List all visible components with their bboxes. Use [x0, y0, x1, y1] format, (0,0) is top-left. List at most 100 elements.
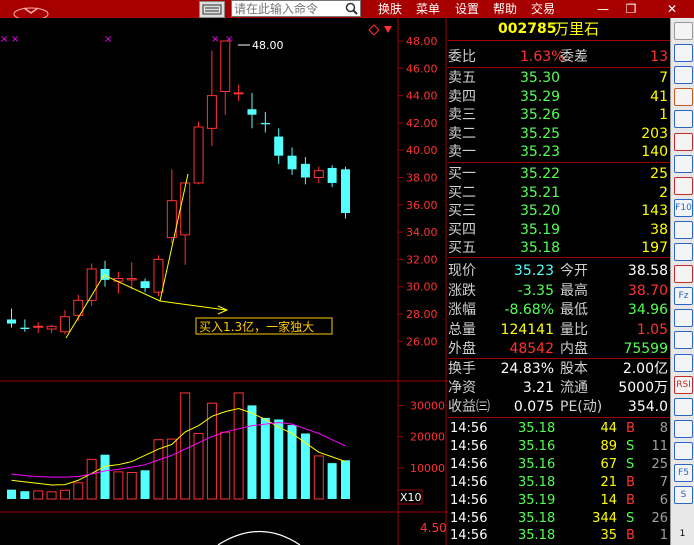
move-icon[interactable]: [674, 419, 693, 438]
stat-label: 最高: [560, 282, 588, 299]
f2-icon[interactable]: Fz: [674, 287, 693, 306]
trade-row: 14:56 35.16 67 S 25: [448, 456, 670, 474]
trade-price: 35.18: [518, 421, 556, 436]
ask-row: 卖一 35.23 140: [448, 143, 670, 161]
candle: [327, 165, 337, 188]
trade-row: 14:56 35.18 44 B 8: [448, 420, 670, 438]
card-icon[interactable]: [674, 397, 693, 416]
weicha-value: 13: [650, 49, 668, 65]
trade-volume: 21: [600, 474, 617, 490]
stock-header[interactable]: 002785 万里石: [448, 20, 670, 38]
ask-row: 卖五 35.30 7: [448, 69, 670, 87]
stat-row: 涨幅 -8.68% 最低 34.96: [448, 301, 670, 319]
bar-chart-icon[interactable]: [674, 110, 693, 129]
stat-row: 外盘 48542 内盘 75599: [448, 340, 670, 358]
volume-bar: [7, 489, 16, 499]
info-label: PE(动): [560, 399, 603, 415]
command-input[interactable]: [231, 0, 361, 17]
list-icon[interactable]: [674, 220, 693, 239]
candle: [260, 111, 270, 133]
f5-icon[interactable]: F5: [674, 464, 693, 482]
candle-icon[interactable]: [674, 154, 693, 173]
bars-icon[interactable]: [674, 176, 693, 195]
app-logo-icon[interactable]: [12, 0, 50, 18]
candle: [193, 121, 204, 185]
stat-label: 内盘: [560, 341, 588, 357]
box-icon[interactable]: [674, 309, 693, 328]
keyboard-icon[interactable]: [199, 1, 225, 18]
volume-tick-label: 10000: [410, 462, 445, 475]
trade-count: 26: [651, 510, 668, 526]
menu-trade[interactable]: 交易: [531, 0, 555, 18]
volume-bar: [126, 471, 137, 500]
chart-icon[interactable]: [674, 265, 693, 284]
up-arrow-icon[interactable]: [674, 22, 693, 40]
menu-help[interactable]: 帮助: [493, 0, 517, 18]
info-row: 净资 3.21 流通 5000万: [448, 379, 670, 397]
menu-main[interactable]: 菜单: [416, 0, 440, 18]
stat-label: 现价: [448, 263, 476, 279]
menu-settings[interactable]: 设置: [455, 0, 479, 18]
page-number: 1: [679, 529, 686, 539]
trade-count: 25: [651, 456, 668, 472]
minimize-button[interactable]: —: [589, 0, 617, 18]
info-value: 3.21: [522, 380, 554, 396]
mail-icon[interactable]: [674, 353, 693, 372]
price-tick-label: 28.00: [406, 308, 438, 321]
stock-name: 万里石: [554, 20, 600, 38]
bid-row: 买二 35.21 2: [448, 184, 670, 202]
text-icon[interactable]: [674, 441, 693, 460]
stat-label: 涨幅: [448, 302, 476, 318]
rsi-icon[interactable]: RSI: [674, 375, 693, 394]
stat-value: 124141: [500, 321, 554, 338]
bid-volume: 143: [641, 203, 668, 220]
trade-side: S: [626, 510, 635, 526]
stat-row: 现价 35.23 今开 38.58: [448, 262, 670, 280]
k-line-icon[interactable]: [674, 66, 693, 85]
trade-time: 14:56: [450, 528, 488, 544]
grid-icon[interactable]: [674, 44, 693, 63]
volume-bar: [247, 405, 257, 499]
info-label: 净资: [448, 380, 476, 396]
indicator-value: 4.50: [420, 521, 447, 535]
stat-label: 最低: [560, 302, 588, 318]
candle: [300, 157, 310, 185]
s-icon[interactable]: S: [674, 486, 693, 505]
stat-value: -8.68%: [504, 302, 554, 318]
volume-bar: [113, 471, 124, 500]
candlestick-chart[interactable]: × × × × × 48.00 46.00 44.00 42.00 40.00 38.00…: [0, 18, 448, 545]
volume-axis: 30000 20000 10000: [398, 399, 445, 475]
trade-time: 14:56: [450, 421, 488, 436]
trade-time: 14:56: [450, 438, 488, 454]
bid-row: 买五 35.18 197: [448, 239, 670, 257]
ring-icon[interactable]: [674, 331, 693, 350]
bid-row: 买三 35.20 143: [448, 202, 670, 220]
search-icon[interactable]: [344, 1, 360, 16]
volume-bar: [46, 491, 57, 500]
info-value: 2.00亿: [622, 361, 668, 377]
bid-volume: 25: [650, 166, 668, 182]
close-button[interactable]: ✕: [652, 0, 692, 18]
stat-value: -3.35: [517, 282, 554, 299]
stat-value: 34.96: [627, 302, 668, 318]
doc-icon[interactable]: [674, 243, 693, 261]
maximize-button[interactable]: ❐: [617, 0, 645, 18]
trade-time: 14:56: [450, 492, 488, 508]
candle: [274, 128, 284, 164]
trade-side: S: [626, 456, 635, 472]
f10-icon[interactable]: F10: [674, 198, 693, 217]
info-label: 流通: [560, 380, 588, 396]
table-icon[interactable]: [674, 88, 693, 107]
stat-label: 外盘: [448, 341, 476, 357]
volume-bar: [166, 438, 177, 500]
bid-label: 买二: [448, 184, 476, 201]
arrow-line-up: [159, 173, 189, 302]
line-chart-icon[interactable]: [674, 132, 693, 151]
candle: [247, 92, 257, 129]
trade-count: 11: [651, 438, 668, 454]
candle: [153, 255, 164, 297]
bid-price: 35.21: [520, 184, 561, 201]
menu-skin[interactable]: 换肤: [378, 0, 402, 18]
stat-label: 量比: [560, 321, 588, 338]
stock-code: 002785: [498, 21, 557, 37]
